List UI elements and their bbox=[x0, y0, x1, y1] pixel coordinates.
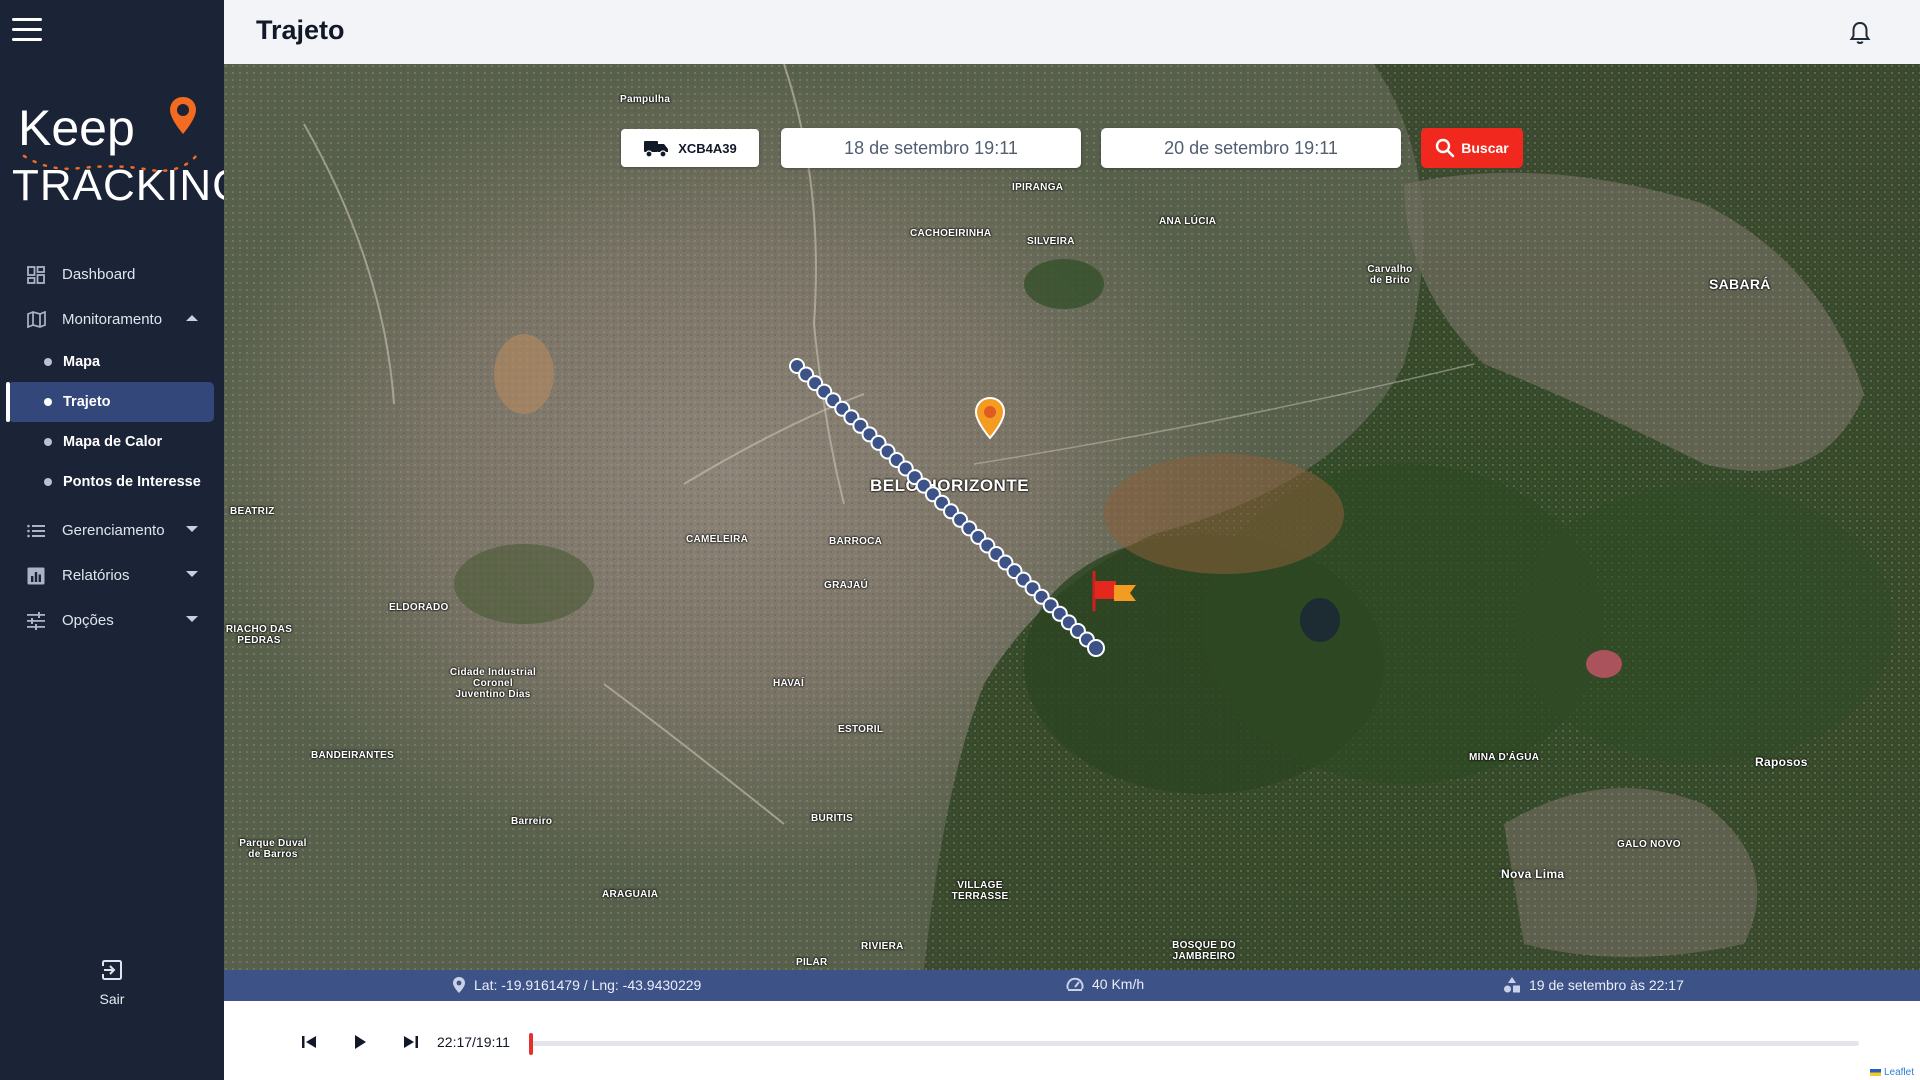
playback-controls: 22:17/19:11 Leaflet bbox=[224, 1001, 1920, 1080]
map-icon bbox=[26, 310, 46, 330]
end-date-input[interactable]: 20 de setembro 19:11 bbox=[1101, 128, 1401, 168]
sidebar-subitem-label: Mapa bbox=[63, 354, 101, 370]
logout-label: Sair bbox=[99, 991, 125, 1007]
logout-icon bbox=[100, 960, 122, 980]
coords-info: Lat: -19.9161479 / Lng: -43.9430229 bbox=[452, 976, 701, 994]
hamburger-line bbox=[12, 18, 42, 21]
sidebar-item-opcoes[interactable]: Opções bbox=[0, 598, 224, 643]
ukraine-flag-icon bbox=[1869, 1069, 1881, 1076]
play-button[interactable] bbox=[349, 1031, 371, 1053]
route-points bbox=[789, 358, 1104, 656]
timestamp-info: 19 de setembro às 22:17 bbox=[1503, 976, 1684, 994]
sidebar: Keep TRACKING Dashboard Monitoramento Ma… bbox=[0, 0, 246, 1080]
bullet-icon bbox=[44, 438, 52, 446]
vehicle-selector[interactable]: XCB4A39 bbox=[621, 129, 759, 167]
skip-back-button[interactable] bbox=[298, 1031, 320, 1053]
end-flag-icon[interactable] bbox=[1090, 569, 1140, 613]
speed-info: 40 Km/h bbox=[1066, 976, 1144, 992]
playback-time: 22:17/19:11 bbox=[437, 1034, 510, 1050]
sidebar-item-label: Gerenciamento bbox=[62, 522, 165, 539]
skip-back-icon bbox=[302, 1036, 316, 1048]
logo: Keep TRACKING bbox=[10, 95, 246, 215]
start-date-input[interactable]: 18 de setembro 19:11 bbox=[781, 128, 1081, 168]
map-attribution-link[interactable]: Leaflet bbox=[1869, 1067, 1914, 1078]
sidebar-nav: Dashboard Monitoramento Mapa Trajeto Map… bbox=[0, 252, 224, 643]
playback-slider[interactable] bbox=[529, 1041, 1859, 1046]
sidebar-item-dashboard[interactable]: Dashboard bbox=[0, 252, 224, 297]
sidebar-subitem-trajeto[interactable]: Trajeto bbox=[6, 382, 214, 422]
dashboard-icon bbox=[26, 265, 46, 285]
skip-forward-icon bbox=[404, 1036, 418, 1048]
truck-icon bbox=[644, 141, 669, 158]
sidebar-item-label: Dashboard bbox=[62, 266, 136, 283]
menu-toggle-button[interactable] bbox=[12, 18, 42, 42]
coords-text: Lat: -19.9161479 / Lng: -43.9430229 bbox=[474, 977, 702, 993]
route-trail bbox=[789, 358, 1105, 657]
sidebar-item-gerenciamento[interactable]: Gerenciamento bbox=[0, 508, 224, 553]
map[interactable]: Pampulha IPIRANGA CACHOEIRINHA SILVEIRA … bbox=[224, 64, 1920, 970]
logout-button[interactable]: Sair bbox=[82, 958, 142, 1007]
hamburger-line bbox=[12, 28, 42, 31]
bar-chart-icon bbox=[26, 566, 46, 586]
location-pin-icon bbox=[170, 97, 196, 134]
skip-forward-button[interactable] bbox=[400, 1031, 422, 1053]
sliders-icon bbox=[26, 611, 46, 631]
playback-slider-handle[interactable] bbox=[529, 1033, 533, 1055]
sidebar-subitem-mapa-de-calor[interactable]: Mapa de Calor bbox=[8, 422, 214, 462]
sidebar-subitem-label: Mapa de Calor bbox=[63, 434, 163, 450]
page-title: Trajeto bbox=[256, 15, 345, 45]
attribution-text: Leaflet bbox=[1883, 1067, 1914, 1078]
bullet-icon bbox=[44, 398, 52, 406]
position-info-bar: Lat: -19.9161479 / Lng: -43.9430229 40 K… bbox=[224, 970, 1920, 1001]
chevron-down-icon bbox=[186, 526, 198, 532]
hamburger-line bbox=[12, 38, 42, 41]
start-pin-icon[interactable] bbox=[973, 396, 1007, 440]
timestamp-text: 19 de setembro às 22:17 bbox=[1529, 977, 1684, 993]
vehicle-plate: XCB4A39 bbox=[678, 140, 737, 156]
play-icon bbox=[355, 1035, 366, 1049]
bell-icon[interactable] bbox=[1848, 20, 1872, 46]
sidebar-item-relatorios[interactable]: Relatórios bbox=[0, 553, 224, 598]
sidebar-subitem-pontos-de-interesse[interactable]: Pontos de Interesse bbox=[8, 462, 214, 502]
search-button[interactable]: Buscar bbox=[1421, 128, 1523, 168]
search-button-label: Buscar bbox=[1461, 140, 1509, 156]
location-pin-icon bbox=[453, 977, 465, 993]
sidebar-item-monitoramento[interactable]: Monitoramento bbox=[0, 297, 224, 342]
sidebar-subitem-mapa[interactable]: Mapa bbox=[8, 342, 214, 382]
logo-route-icon bbox=[22, 154, 198, 172]
speed-text: 40 Km/h bbox=[1092, 976, 1145, 992]
bullet-icon bbox=[44, 358, 52, 366]
logo-line1: Keep bbox=[18, 100, 135, 156]
speedometer-icon bbox=[1066, 977, 1084, 991]
shapes-icon bbox=[1504, 977, 1520, 993]
sidebar-item-label: Relatórios bbox=[62, 567, 130, 584]
sidebar-item-label: Opções bbox=[62, 612, 114, 629]
chevron-up-icon bbox=[186, 315, 198, 321]
bullet-icon bbox=[44, 478, 52, 486]
header: Trajeto bbox=[224, 0, 1920, 64]
sidebar-item-label: Monitoramento bbox=[62, 311, 163, 328]
sidebar-subitem-label: Trajeto bbox=[63, 394, 111, 410]
route-current-position-marker[interactable] bbox=[1087, 639, 1105, 657]
chevron-down-icon bbox=[186, 571, 198, 577]
sidebar-subitem-label: Pontos de Interesse bbox=[63, 474, 201, 490]
chevron-down-icon bbox=[186, 616, 198, 622]
list-icon bbox=[26, 521, 46, 541]
search-icon bbox=[1436, 138, 1455, 158]
